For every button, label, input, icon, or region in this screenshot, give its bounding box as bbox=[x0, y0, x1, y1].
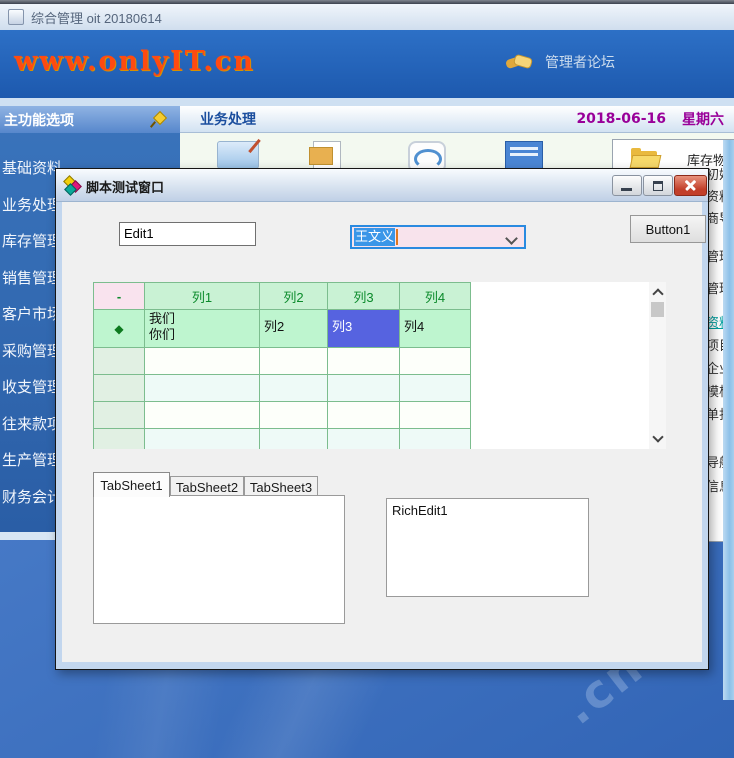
site-logo-text: www.onlyIT.cn bbox=[14, 46, 255, 77]
date-text: 2018-06-16 bbox=[576, 111, 666, 127]
main-titlebar: 综合管理 oit 20180614 bbox=[0, 4, 734, 30]
grid-col-header-4[interactable]: 列4 bbox=[400, 283, 471, 310]
grid-empty-row bbox=[94, 375, 471, 402]
cell-line-2: 你们 bbox=[145, 326, 259, 342]
toolbar-documents-icon[interactable] bbox=[313, 141, 341, 168]
tab-sheet1[interactable]: TabSheet1 bbox=[93, 472, 170, 497]
forum-link[interactable]: 管理者论坛 bbox=[505, 52, 615, 72]
maximize-button[interactable] bbox=[643, 175, 673, 196]
toolbar-folder-edit-icon[interactable] bbox=[217, 141, 259, 168]
dialog-title: 脚本测试窗口 bbox=[86, 177, 164, 196]
toolbar-rounded-icon[interactable] bbox=[408, 141, 446, 168]
button1[interactable]: Button1 bbox=[630, 215, 706, 243]
tab-content-panel bbox=[93, 495, 345, 624]
grid-cell-r1c3-selected[interactable]: 列3 bbox=[328, 310, 400, 348]
grid-cell-r1c2[interactable]: 列2 bbox=[260, 310, 328, 348]
edit1-field[interactable]: Edit1 bbox=[119, 222, 256, 246]
scroll-up-icon[interactable] bbox=[652, 288, 663, 299]
grid-data-row-1: ◆ 我们 你们 列2 列3 列4 bbox=[94, 310, 471, 348]
grid-empty-row bbox=[94, 402, 471, 429]
combo-selected-text: 王文义 bbox=[354, 228, 395, 246]
grid-cell-r1c4[interactable]: 列4 bbox=[400, 310, 471, 348]
grid-empty-row bbox=[94, 348, 471, 375]
grid-corner-cell[interactable]: - bbox=[94, 283, 145, 310]
script-test-dialog: 脚本测试窗口 Edit1 王文义 Button1 - 列1 列2 bbox=[55, 168, 709, 670]
script-icon bbox=[64, 177, 81, 194]
data-grid: - 列1 列2 列3 列4 ◆ 我们 你们 列2 列3 bbox=[93, 282, 666, 449]
folder-icon bbox=[631, 148, 661, 168]
screen: .cn 综合管理 oit 20180614 www.onlyIT.cn 管理者论… bbox=[0, 0, 734, 758]
grid-header-row: - 列1 列2 列3 列4 bbox=[94, 283, 471, 310]
tab-sheet2[interactable]: TabSheet2 bbox=[170, 476, 244, 497]
dialog-titlebar[interactable]: 脚本测试窗口 bbox=[56, 169, 708, 202]
close-button[interactable] bbox=[674, 175, 707, 196]
toolbar-register-icon[interactable] bbox=[505, 141, 543, 168]
date-display: 2018-06-16 星期六 bbox=[576, 106, 724, 132]
row-marker-cell[interactable]: ◆ bbox=[94, 310, 145, 348]
grid-table: - 列1 列2 列3 列4 ◆ 我们 你们 列2 列3 bbox=[93, 282, 471, 449]
handshake-icon bbox=[505, 53, 533, 71]
grid-col-header-1[interactable]: 列1 bbox=[145, 283, 260, 310]
forum-label: 管理者论坛 bbox=[545, 52, 615, 72]
chevron-down-icon[interactable] bbox=[505, 232, 518, 245]
sidebar-header-label: 主功能选项 bbox=[4, 110, 74, 130]
window-right-strip bbox=[723, 140, 734, 700]
grid-cell-r1c1[interactable]: 我们 你们 bbox=[145, 310, 260, 348]
grid-vertical-scrollbar[interactable] bbox=[649, 282, 666, 449]
grid-empty-row bbox=[94, 429, 471, 450]
cell-line-1: 我们 bbox=[145, 310, 259, 326]
section-title: 业务处理 bbox=[200, 109, 256, 129]
sidebar-header: 主功能选项 bbox=[0, 106, 180, 133]
tab-sheet3[interactable]: TabSheet3 bbox=[244, 476, 318, 497]
richedit1-field[interactable]: RichEdit1 bbox=[386, 498, 589, 597]
banner: www.onlyIT.cn 管理者论坛 bbox=[0, 30, 734, 98]
text-caret bbox=[396, 229, 398, 245]
dialog-client-area: Edit1 王文义 Button1 - 列1 列2 列3 列4 bbox=[62, 202, 702, 662]
minimize-button[interactable] bbox=[612, 175, 642, 196]
banner-strip bbox=[0, 98, 734, 106]
scroll-down-icon[interactable] bbox=[652, 431, 663, 442]
main-window-title: 综合管理 oit 20180614 bbox=[31, 8, 162, 27]
main-section-header: 业务处理 2018-06-16 星期六 bbox=[180, 106, 734, 133]
scrollbar-thumb[interactable] bbox=[651, 302, 664, 317]
pin-icon[interactable] bbox=[151, 112, 166, 127]
grid-col-header-3[interactable]: 列3 bbox=[328, 283, 400, 310]
app-icon bbox=[8, 9, 24, 25]
name-combobox[interactable]: 王文义 bbox=[350, 225, 526, 249]
weekday-text: 星期六 bbox=[682, 109, 724, 129]
grid-col-header-2[interactable]: 列2 bbox=[260, 283, 328, 310]
